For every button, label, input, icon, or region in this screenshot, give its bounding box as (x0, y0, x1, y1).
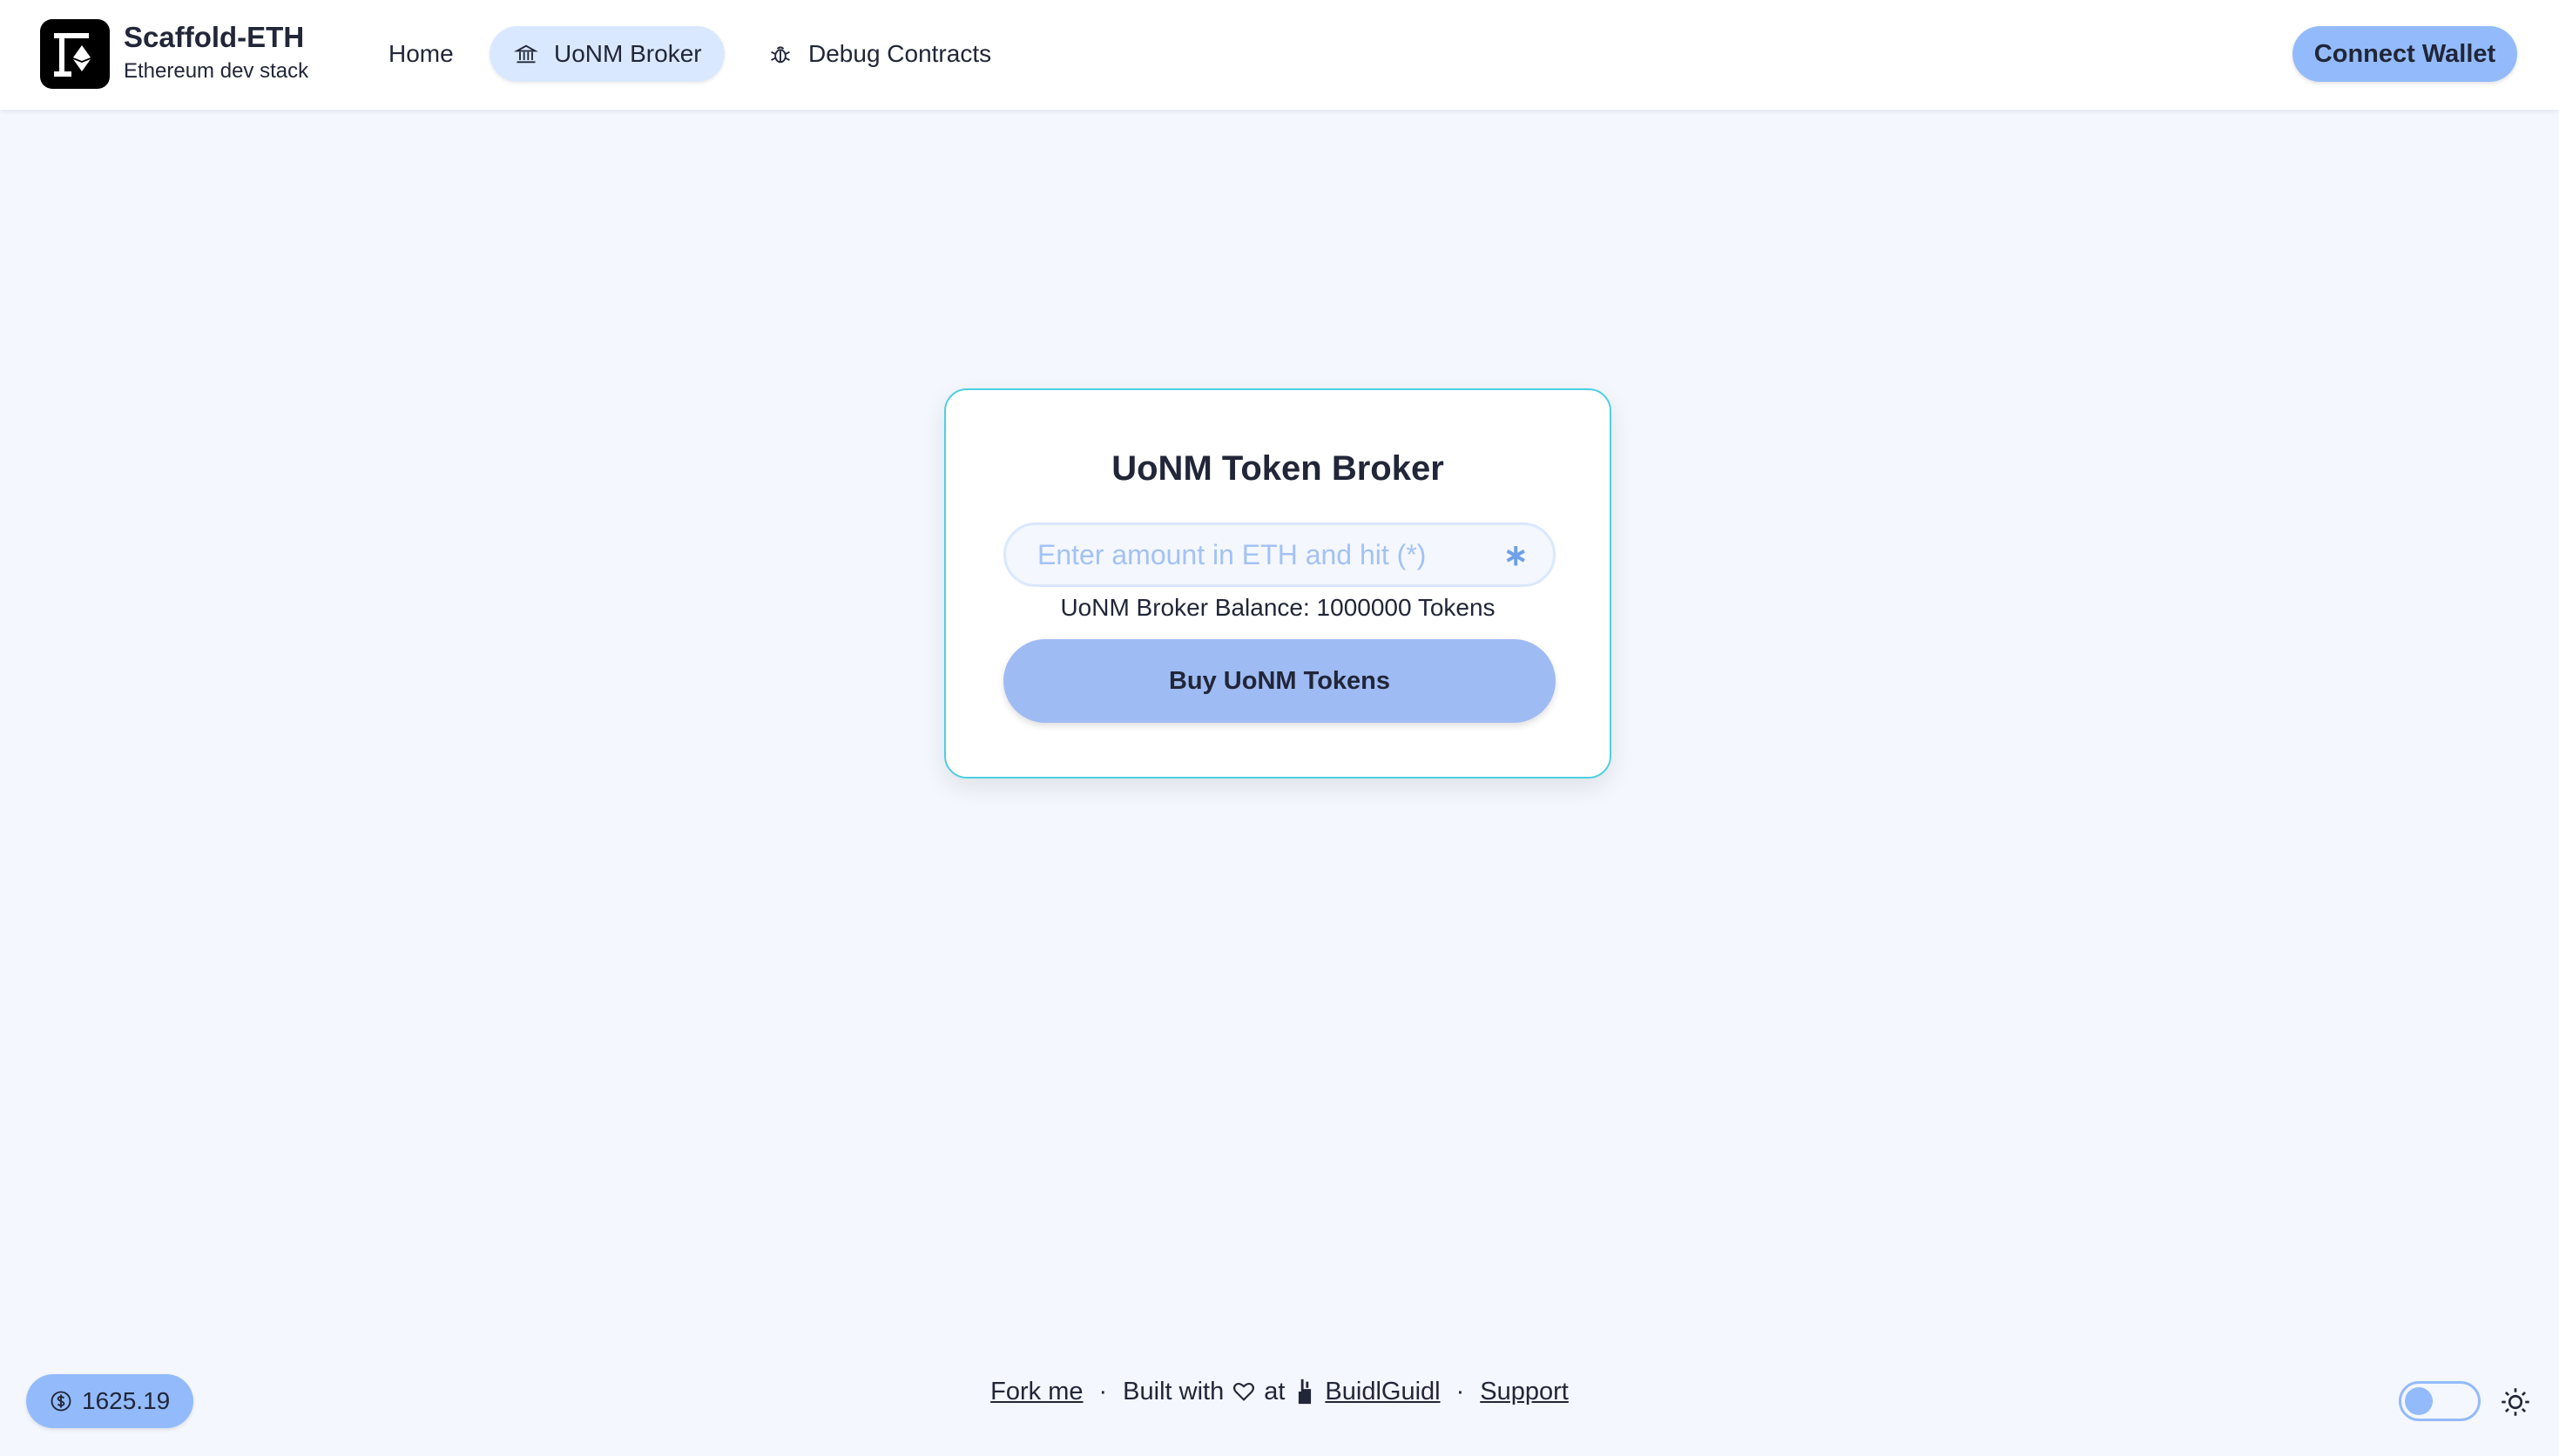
app-header: Scaffold-ETH Ethereum dev stack Home UoN… (0, 0, 2559, 110)
buidlguidl-castle-icon (1299, 1378, 1312, 1405)
separator-dot: · (1098, 1377, 1108, 1405)
built-with-text: Built with (1123, 1377, 1225, 1405)
nav-debug-contracts[interactable]: Debug Contracts (751, 26, 1009, 82)
fork-me-link[interactable]: Fork me (990, 1378, 1083, 1406)
bug-icon (771, 46, 790, 64)
separator-dot: · (1455, 1377, 1465, 1405)
sun-icon (2502, 1388, 2529, 1416)
buy-tokens-button[interactable]: Buy UoNM Tokens (1003, 639, 1556, 723)
buidlguidl-link[interactable]: BuidlGuidl (1325, 1378, 1440, 1406)
nav-uonm-broker-label: UoNM Broker (554, 40, 702, 67)
nav-home-label: Home (388, 40, 454, 67)
brand-title[interactable]: Scaffold-ETH (124, 21, 304, 54)
connect-wallet-button[interactable]: Connect Wallet (2292, 26, 2517, 82)
nav-uonm-broker[interactable]: UoNM Broker (490, 26, 725, 82)
scaffold-logo-icon[interactable] (40, 19, 110, 89)
at-text: at (1264, 1377, 1286, 1405)
token-broker-card: UoNM Token Broker ∗ UoNM Broker Balance:… (944, 388, 1611, 779)
theme-toggle[interactable] (2399, 1381, 2481, 1421)
card-title: UoNM Token Broker (1111, 449, 1444, 488)
nav-home[interactable]: Home (369, 26, 473, 82)
eth-amount-input[interactable] (1003, 522, 1556, 587)
footer-links: Fork me · Built with at BuidlGuidl · Sup… (0, 1374, 2559, 1409)
heart-icon (1233, 1383, 1255, 1401)
toggle-knob (2405, 1387, 2433, 1415)
asterisk-multiply-icon[interactable]: ∗ (1503, 538, 1529, 573)
bank-icon (514, 44, 538, 64)
brand-subtitle: Ethereum dev stack (124, 59, 309, 83)
broker-balance: UoNM Broker Balance: 1000000 Tokens (1060, 594, 1496, 621)
support-link[interactable]: Support (1480, 1378, 1569, 1406)
nav-debug-contracts-label: Debug Contracts (808, 40, 992, 67)
